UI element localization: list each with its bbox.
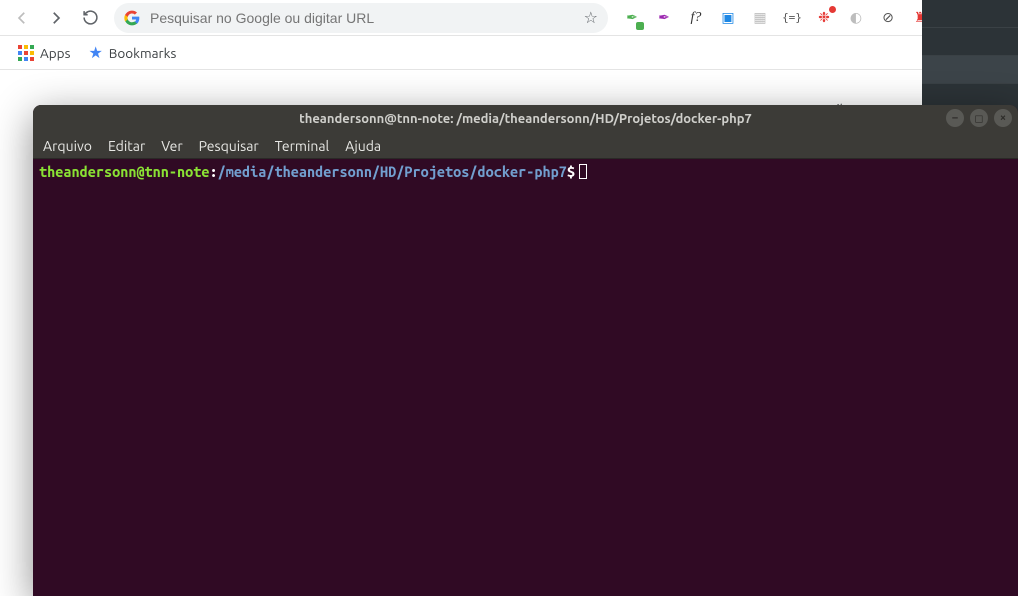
forward-button[interactable] [42,4,70,32]
reload-button[interactable] [76,4,104,32]
apps-label: Apps [40,45,70,61]
prompt-colon: : [210,163,218,180]
bookmarks-shortcut[interactable]: ★ Bookmarks [88,43,176,62]
ext-json-icon[interactable]: {=} [782,8,802,28]
ext-g-icon[interactable]: ⊘ [878,8,898,28]
ext-whatfont-icon[interactable]: f? [686,8,706,28]
menu-ajuda[interactable]: Ajuda [345,138,381,154]
menu-arquivo[interactable]: Arquivo [43,138,92,154]
google-g-icon [124,10,140,26]
menu-terminal[interactable]: Terminal [275,138,330,154]
menu-pesquisar[interactable]: Pesquisar [199,138,259,154]
star-icon: ★ [88,43,102,62]
extensions-row: ✒ ✒ f? ▣ ▦ {=} ❉ ◐ ⊘ ♜ [622,8,930,28]
menu-editar[interactable]: Editar [108,138,145,154]
ext-a-icon[interactable]: ✒ [622,8,642,28]
apps-grid-icon [18,45,34,61]
ext-f-icon[interactable]: ◐ [846,8,866,28]
bookmarks-label: Bookmarks [109,45,177,61]
prompt-symbol: $ [567,163,575,180]
bookmark-star-icon[interactable]: ☆ [584,8,598,27]
minimize-button[interactable]: – [946,109,964,127]
prompt-user-host: theandersonn@tnn-note [39,163,210,180]
omnibox-input[interactable] [150,10,574,26]
terminal-body[interactable]: theandersonn@tnn-note:/media/theanderson… [33,159,1018,596]
terminal-cursor [579,164,587,179]
close-button[interactable]: × [994,109,1012,127]
apps-shortcut[interactable]: Apps [18,45,70,61]
terminal-window: theandersonn@tnn-note: /media/theanderso… [33,105,1018,596]
browser-toolbar: ☆ ✒ ✒ f? ▣ ▦ {=} ❉ ◐ ⊘ ♜ 🤓 [0,0,1018,36]
ext-b-icon[interactable]: ✒ [654,8,674,28]
ext-e-icon[interactable]: ❉ [814,8,834,28]
omnibox[interactable]: ☆ [114,3,608,33]
terminal-titlebar[interactable]: theandersonn@tnn-note: /media/theanderso… [33,105,1018,133]
maximize-button[interactable]: ◻ [970,109,988,127]
terminal-menubar: Arquivo Editar Ver Pesquisar Terminal Aj… [33,133,1018,159]
back-button[interactable] [8,4,36,32]
window-controls: – ◻ × [946,109,1012,127]
bookmarks-bar: Apps ★ Bookmarks [0,36,1018,70]
ext-d-icon[interactable]: ▦ [750,8,770,28]
ext-c-icon[interactable]: ▣ [718,8,738,28]
menu-ver[interactable]: Ver [161,138,182,154]
prompt-path: /media/theandersonn/HD/Projetos/docker-p… [218,163,567,180]
terminal-title-text: theandersonn@tnn-note: /media/theanderso… [299,112,752,126]
